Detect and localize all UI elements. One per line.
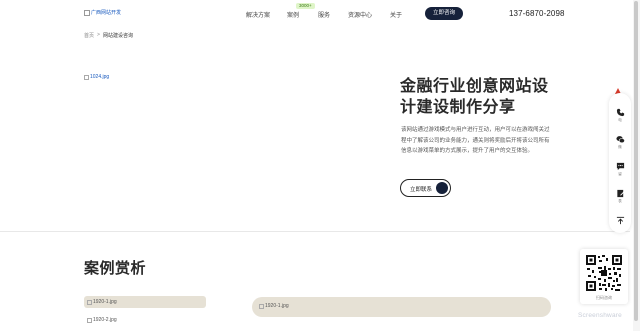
- sidebar-message[interactable]: 留: [609, 162, 631, 177]
- case-image-alt: 1920-1.jpg: [93, 299, 117, 305]
- sidebar-message-label: 留: [618, 172, 622, 176]
- breadcrumb: 首页 > 网站建设咨询: [84, 32, 133, 39]
- case-image-alt: 1920-1.jpg: [265, 303, 289, 309]
- hero-description: 该网站通过游戏模式与用户进行互动，用户可以在游戏闯关过程中了解该公司的业务能力，…: [401, 127, 550, 154]
- wechat-icon: [615, 136, 625, 144]
- contact-now-label: 立即联系: [410, 187, 433, 193]
- breadcrumb-home[interactable]: 首页: [84, 32, 94, 39]
- message-icon: [616, 162, 624, 171]
- hero-title: 金融行业创意网站设计建设制作分享: [400, 78, 549, 116]
- hero-image: 1024.jpg: [84, 74, 109, 80]
- phone-number: 137-6870-2098: [509, 9, 565, 18]
- section-divider: [0, 231, 630, 232]
- phone-icon: [616, 108, 624, 117]
- site-logo[interactable]: 广西网站开发: [84, 9, 121, 16]
- breadcrumb-separator: >: [97, 32, 100, 38]
- broken-image-icon: [259, 303, 264, 309]
- broken-image-icon: [87, 299, 92, 305]
- qr-code: [585, 254, 623, 292]
- form-icon: [616, 189, 624, 198]
- broken-image-icon: [87, 317, 92, 323]
- logo-image: [84, 9, 90, 16]
- sidebar-form-label: 表: [618, 199, 622, 203]
- watermark: Screenshware: [578, 312, 622, 319]
- nav-about[interactable]: 关于: [390, 10, 402, 19]
- nav-solutions[interactable]: 解决方案: [246, 10, 270, 19]
- hero-image-alt: 1024.jpg: [90, 74, 110, 80]
- case-image-alt: 1920-2.jpg: [93, 317, 117, 323]
- sidebar-phone-label: 电: [618, 118, 622, 122]
- arrow-circle-icon: [436, 182, 448, 194]
- consult-now-button[interactable]: 立即咨询: [425, 7, 463, 20]
- nav-services[interactable]: 服务: [318, 10, 330, 19]
- back-to-top-icon: [616, 216, 624, 225]
- contact-now-button[interactable]: 立即联系: [400, 179, 451, 197]
- case-card[interactable]: 1920-1.jpg: [84, 296, 206, 308]
- breadcrumb-current: 网站建设咨询: [102, 33, 133, 39]
- case-card[interactable]: 1920-1.jpg: [252, 297, 551, 317]
- broken-image-icon: [84, 74, 89, 80]
- sidebar-wechat-label: 微: [618, 145, 622, 149]
- qr-caption: 扫码咨询: [596, 295, 612, 300]
- back-to-top-button[interactable]: [609, 216, 631, 225]
- case-card[interactable]: 1920-2.jpg: [84, 314, 206, 328]
- nav-cases-badge: 3000+: [296, 3, 315, 9]
- sidebar-form[interactable]: 表: [609, 189, 631, 204]
- nav-cases[interactable]: 案例: [287, 10, 299, 19]
- logo-text: 广西网站开发: [91, 10, 122, 16]
- nav-resources[interactable]: 资源中心: [348, 10, 372, 19]
- scrollbar-thumb[interactable]: [634, 1, 638, 321]
- site-header: 广西网站开发 解决方案 案例 3000+ 服务 资源中心 关于 立即咨询 137…: [0, 0, 640, 28]
- qr-code-card: 扫码咨询: [580, 249, 628, 304]
- floating-sidebar: 电 微 留 表: [609, 93, 631, 233]
- sidebar-phone[interactable]: 电: [609, 108, 631, 123]
- sidebar-wechat[interactable]: 微: [609, 135, 631, 150]
- cases-section-title: 案例赏析: [84, 260, 147, 277]
